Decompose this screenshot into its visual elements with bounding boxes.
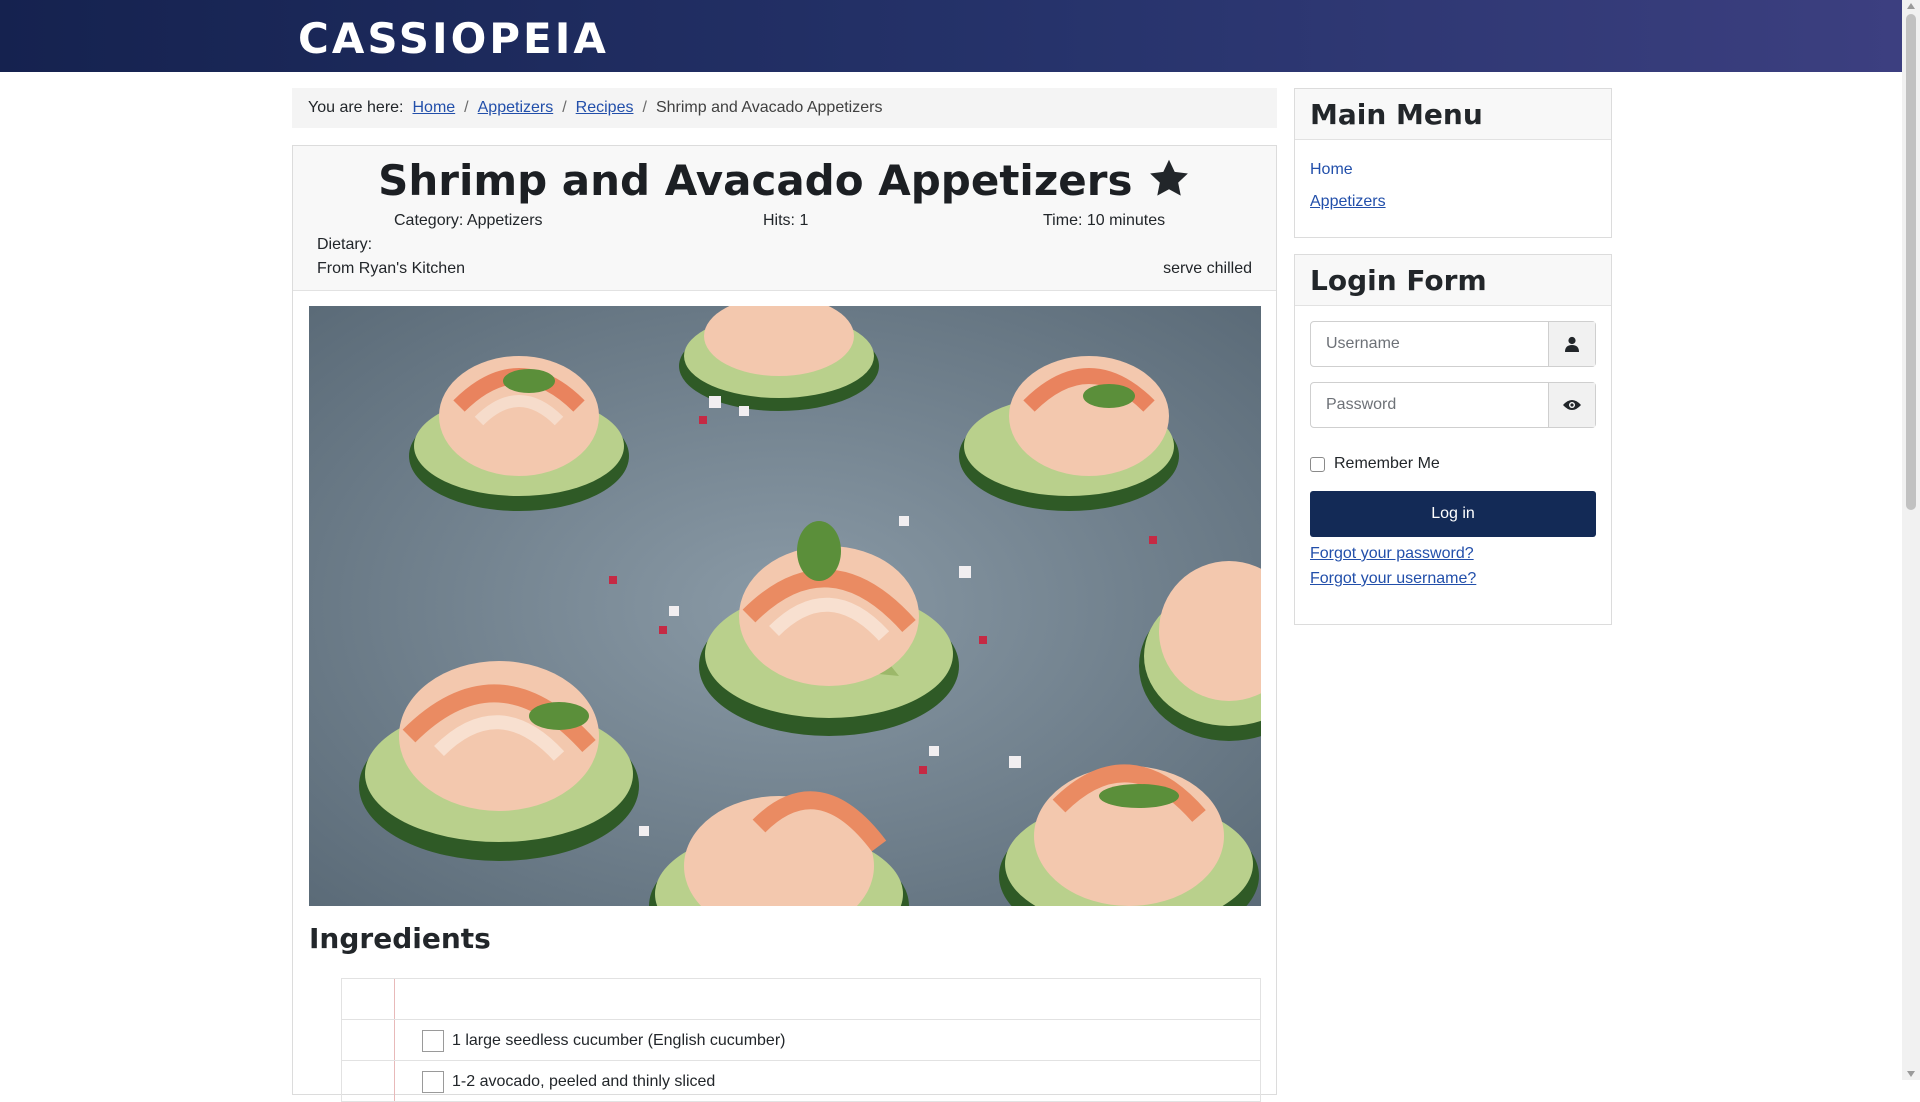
remember-me-checkbox[interactable]	[1310, 456, 1325, 472]
recipe-hits: Hits: 1	[763, 212, 809, 229]
ingredient-text: 1 large seedless cucumber (English cucum…	[452, 1032, 786, 1049]
ingredients-table: 1 large seedless cucumber (English cucum…	[341, 978, 1261, 1102]
recipe-time: Time: 10 minutes	[1043, 212, 1166, 229]
breadcrumb-current: Shrimp and Avacado Appetizers	[655, 99, 883, 116]
page-scrollbar[interactable]	[1902, 0, 1920, 1080]
username-input[interactable]	[1311, 322, 1548, 366]
login-form-heading: Login Form	[1295, 255, 1611, 306]
main-menu-heading: Main Menu	[1295, 89, 1611, 140]
breadcrumb-separator: /	[464, 99, 469, 116]
forgot-password-link[interactable]: Forgot your password?	[1310, 545, 1474, 563]
site-header: CASSIOPEIA	[0, 0, 1902, 72]
forgot-username-link[interactable]: Forgot your username?	[1310, 570, 1476, 588]
login-button[interactable]: Log in	[1310, 491, 1596, 537]
ingredient-checkbox[interactable]	[422, 1071, 444, 1093]
menu-item-home[interactable]: Home	[1310, 161, 1353, 179]
main-menu-module: Main Menu Home Appetizers	[1294, 88, 1612, 238]
user-icon	[1548, 322, 1595, 366]
scroll-down-arrow-icon[interactable]	[1907, 1071, 1915, 1077]
ingredients-heading: Ingredients	[309, 922, 491, 955]
username-field-group	[1310, 321, 1596, 367]
ingredient-text: 1-2 avocado, peeled and thinly sliced	[452, 1073, 716, 1090]
recipe-source: From Ryan's Kitchen	[317, 260, 465, 277]
recipe-serving-note: serve chilled	[1163, 260, 1252, 277]
recipe-header: Shrimp and Avacado Appetizers Category: …	[293, 146, 1276, 291]
recipe-dietary: Dietary:	[317, 236, 373, 253]
ingredient-row: 1-2 avocado, peeled and thinly sliced	[341, 1061, 1261, 1102]
password-input[interactable]	[1311, 383, 1548, 427]
menu-item-appetizers[interactable]: Appetizers	[1310, 193, 1386, 211]
recipe-title: Shrimp and Avacado Appetizers	[378, 156, 1133, 205]
recipe-photo	[309, 306, 1261, 906]
ingredients-header-row	[341, 979, 1261, 1020]
recipe-article: Shrimp and Avacado Appetizers Category: …	[292, 145, 1277, 1102]
eye-icon[interactable]	[1548, 383, 1595, 427]
breadcrumb-appetizers-link[interactable]: Appetizers	[478, 99, 554, 117]
ingredient-checkbox[interactable]	[422, 1030, 444, 1052]
login-form-module: Login Form Remember Me Log in Forgot you…	[1294, 254, 1612, 625]
site-logo[interactable]: CASSIOPEIA	[298, 14, 609, 63]
breadcrumb: You are here: Home / Appetizers / Recipe…	[292, 88, 1277, 128]
password-field-group	[1310, 382, 1596, 428]
breadcrumb-separator: /	[562, 99, 567, 116]
breadcrumb-prefix: You are here:	[308, 99, 404, 116]
scrollbar-thumb[interactable]	[1906, 14, 1916, 510]
breadcrumb-recipes-link[interactable]: Recipes	[576, 99, 634, 117]
ingredient-row: 1 large seedless cucumber (English cucum…	[341, 1020, 1261, 1061]
remember-me-label: Remember Me	[1334, 455, 1440, 472]
breadcrumb-separator: /	[642, 99, 647, 116]
scroll-up-arrow-icon[interactable]	[1907, 3, 1915, 9]
remember-me[interactable]: Remember Me	[1310, 455, 1440, 473]
star-icon[interactable]	[1147, 157, 1191, 201]
recipe-category: Category: Appetizers	[394, 212, 543, 229]
breadcrumb-home-link[interactable]: Home	[412, 99, 455, 117]
